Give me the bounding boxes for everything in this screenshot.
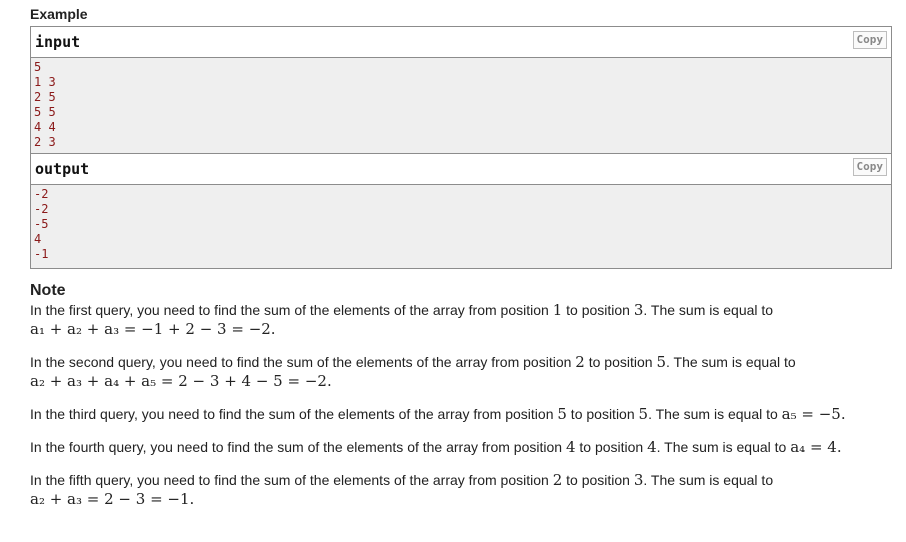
note-paragraph: In the first query, you need to find the…	[30, 301, 890, 339]
note-text-line: In the second query, you need to find th…	[30, 353, 796, 371]
note-text-line: In the fifth query, you need to find the…	[30, 471, 774, 489]
output-content: -2 -2 -5 4 -1	[31, 185, 891, 268]
note-formula: a₄ = 4.	[790, 438, 842, 456]
input-line: 2 5	[34, 90, 56, 104]
note-text-line: In the third query, you need to find the…	[30, 405, 846, 423]
output-line: -5	[34, 217, 49, 231]
note-paragraph: In the third query, you need to find the…	[30, 405, 890, 424]
note-formula: a₅ = −5.	[781, 405, 846, 423]
input-line: 5	[34, 60, 42, 74]
input-box: input Copy 5 1 3 2 5 5 5 4 4 2 3	[30, 26, 892, 156]
input-header: input Copy	[31, 27, 891, 58]
input-line: 4 4	[34, 120, 56, 134]
note-formula: a₂ + a₃ + a₄ + a₅ = 2 − 3 + 4 − 5 = −2.	[30, 372, 332, 390]
output-line: -2	[34, 187, 49, 201]
output-line: -1	[34, 247, 49, 261]
input-label: input	[35, 33, 81, 51]
input-line: 2 3	[34, 135, 56, 149]
note-formula: a₁ + a₂ + a₃ = −1 + 2 − 3 = −2.	[30, 320, 276, 338]
example-title: Example	[30, 6, 88, 22]
note-text-line: In the fourth query, you need to find th…	[30, 438, 842, 456]
note-paragraph: In the fourth query, you need to find th…	[30, 438, 890, 457]
note-text-line: In the first query, you need to find the…	[30, 301, 774, 319]
note-title: Note	[30, 282, 66, 299]
copy-input-button[interactable]: Copy	[852, 31, 887, 49]
output-header: output Copy	[31, 154, 891, 185]
output-line: -2	[34, 202, 49, 216]
output-line: 4	[34, 232, 42, 246]
input-line: 5 5	[34, 105, 56, 119]
input-line: 1 3	[34, 75, 56, 89]
note-paragraph: In the second query, you need to find th…	[30, 353, 890, 391]
note-paragraph: In the fifth query, you need to find the…	[30, 471, 890, 509]
input-content: 5 1 3 2 5 5 5 4 4 2 3	[31, 58, 891, 155]
output-box: output Copy -2 -2 -5 4 -1	[30, 153, 892, 269]
output-label: output	[35, 160, 90, 178]
copy-output-button[interactable]: Copy	[852, 158, 887, 176]
note-formula: a₂ + a₃ = 2 − 3 = −1.	[30, 490, 195, 508]
